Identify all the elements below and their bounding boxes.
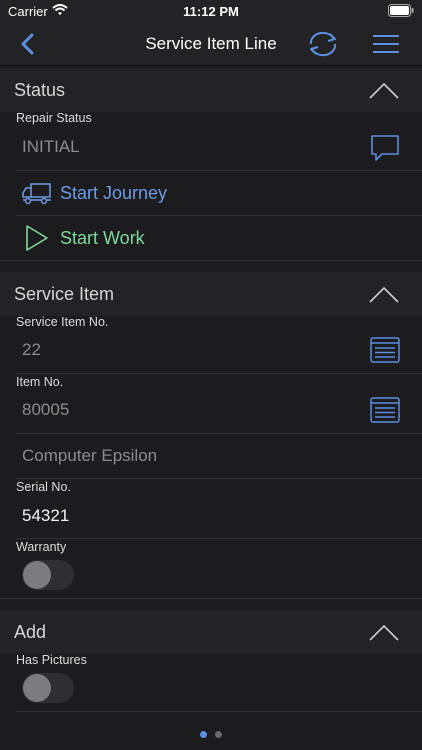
collapse-status-button[interactable] bbox=[364, 78, 404, 102]
section-title-status: Status bbox=[14, 80, 66, 100]
play-icon bbox=[26, 225, 48, 251]
list-lookup-icon[interactable] bbox=[370, 337, 400, 363]
divider bbox=[16, 711, 422, 712]
divider bbox=[0, 260, 422, 261]
item-no-value[interactable]: 80005 bbox=[22, 400, 69, 420]
repair-status-value: INITIAL bbox=[22, 137, 80, 156]
collapse-service-item-button[interactable] bbox=[364, 282, 404, 306]
has-pictures-toggle[interactable] bbox=[22, 673, 74, 703]
chevron-up-icon bbox=[369, 624, 399, 641]
comment-icon[interactable] bbox=[370, 134, 400, 162]
repair-status-label: Repair Status bbox=[16, 111, 92, 125]
section-title-add: Add bbox=[14, 622, 47, 642]
serial-no-field[interactable]: 54321 bbox=[22, 506, 69, 526]
chevron-up-icon bbox=[369, 82, 399, 99]
battery-icon bbox=[388, 4, 414, 17]
has-pictures-label: Has Pictures bbox=[16, 653, 87, 667]
item-no-label: Item No. bbox=[16, 375, 64, 389]
truck-icon bbox=[22, 183, 51, 205]
back-button[interactable] bbox=[14, 30, 42, 58]
start-journey-button[interactable]: Start Journey bbox=[0, 171, 422, 215]
divider bbox=[0, 598, 422, 599]
toggle-knob bbox=[23, 561, 51, 589]
section-header-service-item: Service Item bbox=[0, 272, 422, 316]
serial-no-label: Serial No. bbox=[16, 480, 71, 494]
menu-icon bbox=[373, 35, 399, 53]
warranty-label: Warranty bbox=[16, 540, 67, 554]
start-journey-label: Start Journey bbox=[60, 183, 168, 203]
navigation-bar: Service Item Line bbox=[0, 22, 422, 66]
menu-button[interactable] bbox=[370, 30, 402, 58]
section-title-service-item: Service Item bbox=[14, 284, 115, 304]
sync-button[interactable] bbox=[304, 28, 342, 60]
divider bbox=[16, 433, 422, 434]
list-lookup-icon[interactable] bbox=[370, 397, 400, 423]
page-indicator[interactable] bbox=[0, 731, 422, 739]
start-work-label: Start Work bbox=[60, 228, 145, 248]
collapse-add-button[interactable] bbox=[364, 620, 404, 644]
divider bbox=[16, 538, 422, 539]
page-dot[interactable] bbox=[215, 731, 222, 738]
service-item-no-label: Service Item No. bbox=[16, 315, 109, 329]
section-header-add: Add bbox=[0, 610, 422, 654]
status-bar: Carrier 11:12 PM bbox=[0, 0, 422, 22]
clock: 11:12 PM bbox=[183, 4, 239, 19]
section-header-status: Status bbox=[0, 68, 422, 112]
divider bbox=[16, 373, 422, 374]
item-description: Computer Epsilon bbox=[22, 446, 158, 465]
divider bbox=[16, 478, 422, 479]
back-chevron-icon bbox=[21, 33, 34, 55]
start-work-button[interactable]: Start Work bbox=[0, 216, 422, 260]
toggle-knob bbox=[23, 674, 51, 702]
sync-icon bbox=[309, 31, 337, 57]
service-item-no-value[interactable]: 22 bbox=[22, 340, 41, 360]
warranty-toggle[interactable] bbox=[22, 560, 74, 590]
page-dot-active[interactable] bbox=[200, 731, 207, 738]
chevron-up-icon bbox=[369, 286, 399, 303]
page-title: Service Item Line bbox=[145, 34, 277, 53]
